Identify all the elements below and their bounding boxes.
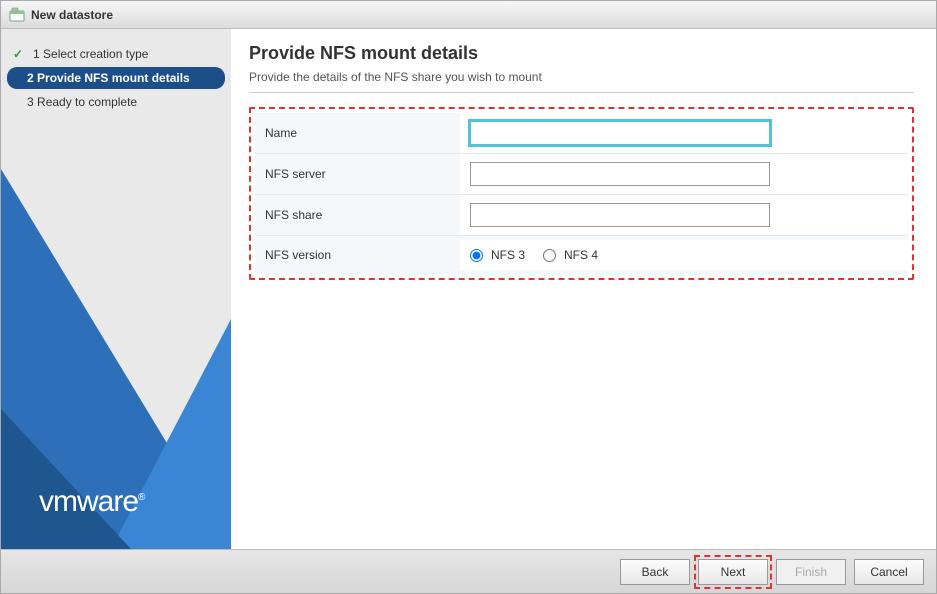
nfs-version-label: NFS version	[255, 236, 460, 274]
back-button[interactable]: Back	[620, 559, 690, 585]
step-list: ✓ 1 Select creation type • 2 Provide NFS…	[1, 29, 231, 113]
nfs3-radio[interactable]	[470, 249, 483, 262]
wizard-footer: Back Next Finish Cancel	[1, 549, 936, 593]
step-provide-nfs-mount-details[interactable]: • 2 Provide NFS mount details	[7, 67, 225, 89]
name-input[interactable]	[470, 121, 770, 145]
nfs3-radio-label[interactable]: NFS 3	[470, 248, 525, 262]
datastore-icon	[9, 7, 25, 23]
next-button[interactable]: Next	[698, 559, 768, 585]
sidebar-artwork: vmware®	[1, 169, 231, 549]
wizard-main-panel: Provide NFS mount details Provide the de…	[231, 29, 936, 549]
page-subtitle: Provide the details of the NFS share you…	[249, 70, 914, 93]
wizard-sidebar: ✓ 1 Select creation type • 2 Provide NFS…	[1, 29, 231, 549]
new-datastore-wizard: New datastore ✓ 1 Select creation type •…	[0, 0, 937, 594]
form-row-nfs-server: NFS server	[255, 154, 908, 195]
step-ready-to-complete: • 3 Ready to complete	[7, 91, 225, 113]
wizard-body: ✓ 1 Select creation type • 2 Provide NFS…	[1, 29, 936, 549]
step-select-creation-type[interactable]: ✓ 1 Select creation type	[7, 43, 225, 65]
form-row-nfs-share: NFS share	[255, 195, 908, 236]
checkmark-icon: ✓	[13, 47, 27, 61]
cancel-button[interactable]: Cancel	[854, 559, 924, 585]
page-title: Provide NFS mount details	[249, 43, 914, 64]
window-title: New datastore	[31, 8, 113, 22]
name-label: Name	[255, 114, 460, 152]
nfs4-radio[interactable]	[543, 249, 556, 262]
titlebar: New datastore	[1, 1, 936, 29]
nfs-server-label: NFS server	[255, 155, 460, 193]
nfs4-radio-label[interactable]: NFS 4	[543, 248, 598, 262]
finish-button: Finish	[776, 559, 846, 585]
nfs-share-label: NFS share	[255, 196, 460, 234]
nfs-form-highlight: Name NFS server NFS share	[249, 107, 914, 280]
nfs-share-input[interactable]	[470, 203, 770, 227]
form-row-name: Name	[255, 113, 908, 154]
form-row-nfs-version: NFS version NFS 3 NFS 4	[255, 236, 908, 274]
nfs-server-input[interactable]	[470, 162, 770, 186]
vmware-logo: vmware®	[39, 485, 144, 519]
decorative-triangle	[1, 409, 131, 549]
